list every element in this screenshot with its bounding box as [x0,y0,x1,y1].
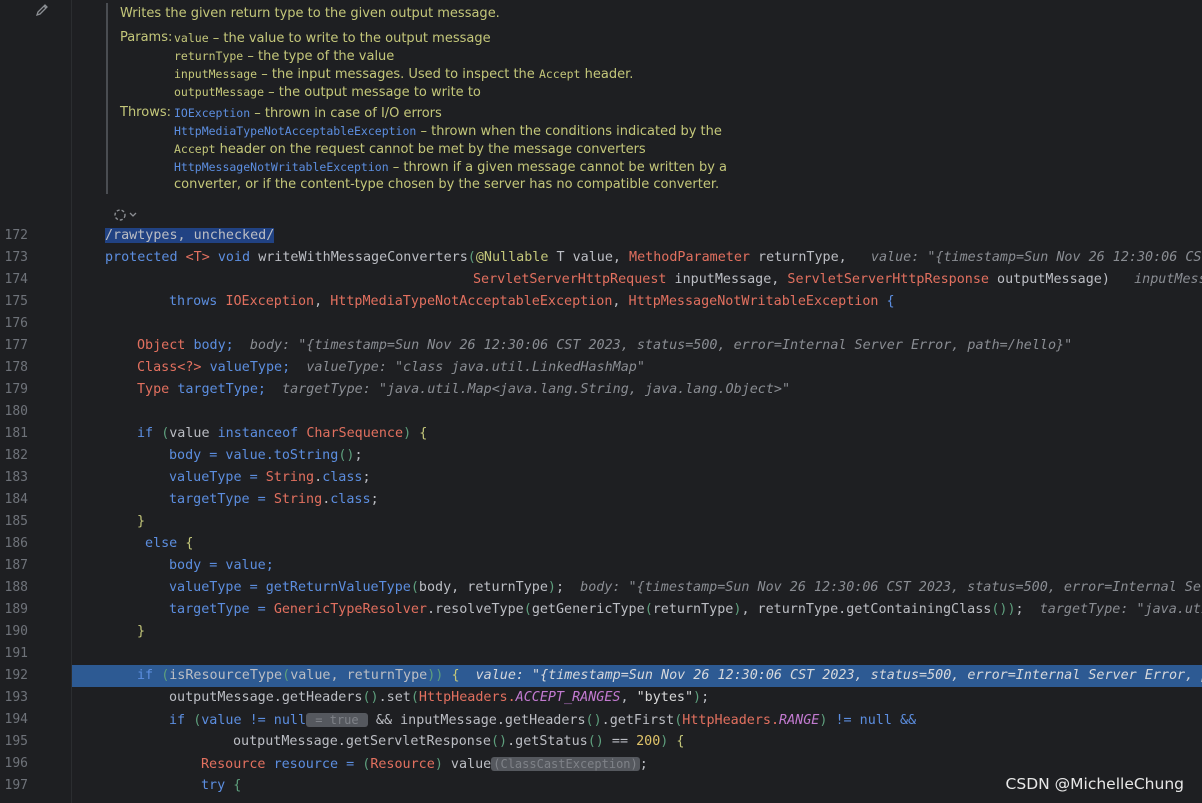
debug-value-hint: value: "{timestamp=Sun Nov 26 12:30:06 C… [475,668,1202,683]
line-number: 187 [4,558,28,573]
debug-value-hint: inputMessage: ServletServerHttpRequest [1134,272,1202,287]
code-line[interactable]: valueType = getReturnValueType(body, ret… [72,577,1202,599]
javadoc-throws: Throws: IOException – thrown in case of … [120,104,1140,194]
param-item: inputMessage – the input messages. Used … [174,67,634,82]
line-number: 177 [4,338,28,353]
line-number: 194 [4,712,28,727]
code-line[interactable]: Class<?> valueType; valueType: "class ja… [72,357,1202,379]
param-item: returnType – the type of the value [174,49,395,64]
line-number: 173 [4,250,28,265]
line-number: 188 [4,580,28,595]
line-number: 175 [4,294,28,309]
line-number: 180 [4,404,28,419]
javadoc-summary: Writes the given return type to the give… [120,6,500,21]
code-line[interactable]: valueType = String.class; [72,467,1202,489]
throws-item: converter, or if the content-type chosen… [174,177,720,192]
line-gutter: 172 173 174 175 176 177 178 179 180 181 … [0,0,72,803]
exception-link[interactable]: IOException [174,106,250,120]
line-number: 191 [4,646,28,661]
line-number: 174 [4,272,28,287]
exception-link[interactable]: HttpMediaTypeNotAcceptableException [174,124,416,138]
code-line[interactable]: if (value != null = true && inputMessage… [72,709,1202,731]
line-number: 190 [4,624,28,639]
code-line[interactable]: } [72,511,1202,533]
code-line[interactable]: outputMessage.getHeaders().set(HttpHeade… [72,687,1202,709]
line-number: 186 [4,536,28,551]
code-line[interactable]: } [72,621,1202,643]
param-item: outputMessage – the output message to wr… [174,85,481,100]
debug-value-hint: valueType: "class java.util.LinkedHashMa… [306,360,645,375]
line-number: 184 [4,492,28,507]
current-execution-line[interactable]: if (isResourceType(value, returnType)) {… [72,665,1202,687]
line-number: 196 [4,756,28,771]
javadoc-params: Params: value – the value to write to th… [120,29,1140,101]
code-line[interactable]: Object body; body: "{timestamp=Sun Nov 2… [72,335,1202,357]
throws-item: HttpMessageNotWritableException – thrown… [174,160,728,175]
line-number: 183 [4,470,28,485]
line-number: 185 [4,514,28,529]
throws-item: IOException – thrown in case of I/O erro… [174,106,442,121]
line-number: 195 [4,734,28,749]
code-editor[interactable]: Writes the given return type to the give… [72,0,1202,803]
watermark: CSDN @MichelleChung [1005,775,1184,793]
line-number: 193 [4,690,28,705]
code-line[interactable]: Type targetType; targetType: "java.util.… [72,379,1202,401]
line-number: 197 [4,778,28,793]
inline-evaluation-badge: (ClassCastException) [491,757,640,771]
line-number: 182 [4,448,28,463]
line-number: 189 [4,602,28,617]
code-line[interactable]: body = value; [72,555,1202,577]
code-line[interactable]: targetType = String.class; [72,489,1202,511]
line-number: 178 [4,360,28,375]
code-line[interactable]: body = value.toString(); [72,445,1202,467]
debug-value-hint: targetType: "java.util.Map<java.lang.Str… [1039,602,1202,617]
suppress-warnings-annotation[interactable]: /rawtypes, unchecked/ [105,228,275,243]
inline-evaluation-badge: = true [306,713,368,727]
code-line[interactable]: targetType = GenericTypeResolver.resolve… [72,599,1202,621]
code-line[interactable]: outputMessage.getServletResponse().getSt… [72,731,1202,753]
code-line[interactable]: if (value instanceof CharSequence) { [72,423,1202,445]
code-line[interactable]: else { [72,533,1202,555]
throws-item: HttpMediaTypeNotAcceptableException – th… [174,124,722,139]
line-number: 179 [4,382,28,397]
debug-value-hint: targetType: "java.util.Map<java.lang.Str… [282,382,791,397]
param-item: value – the value to write to the output… [174,31,491,46]
code-line[interactable]: /rawtypes, unchecked/ [72,225,1202,247]
exception-link[interactable]: HttpMessageNotWritableException [174,160,389,174]
line-number: 176 [4,316,28,331]
code-line[interactable]: throws IOException, HttpMediaTypeNotAcce… [72,291,1202,313]
throws-item: Accept header on the request cannot be m… [174,142,646,157]
edit-pencil-icon[interactable] [34,2,50,18]
inlay-hint-icon[interactable] [112,207,140,223]
debug-value-hint: value: "{timestamp=Sun Nov 26 12:30:06 C… [870,250,1202,265]
line-number: 181 [4,426,28,441]
javadoc-rendered: Writes the given return type to the give… [106,3,1140,194]
line-number: 192 [4,668,28,683]
code-line[interactable]: Resource resource = (Resource) value (Cla… [72,753,1202,775]
code-line[interactable]: ServletServerHttpRequest inputMessage, S… [72,269,1202,291]
debug-value-hint: body: "{timestamp=Sun Nov 26 12:30:06 CS… [249,338,1073,353]
debug-value-hint: body: "{timestamp=Sun Nov 26 12:30:06 CS… [580,580,1202,595]
code-line[interactable]: protected <T> void writeWithMessageConve… [72,247,1202,269]
line-number: 172 [4,228,28,243]
throws-label: Throws: [120,105,171,120]
params-label: Params: [120,30,173,45]
